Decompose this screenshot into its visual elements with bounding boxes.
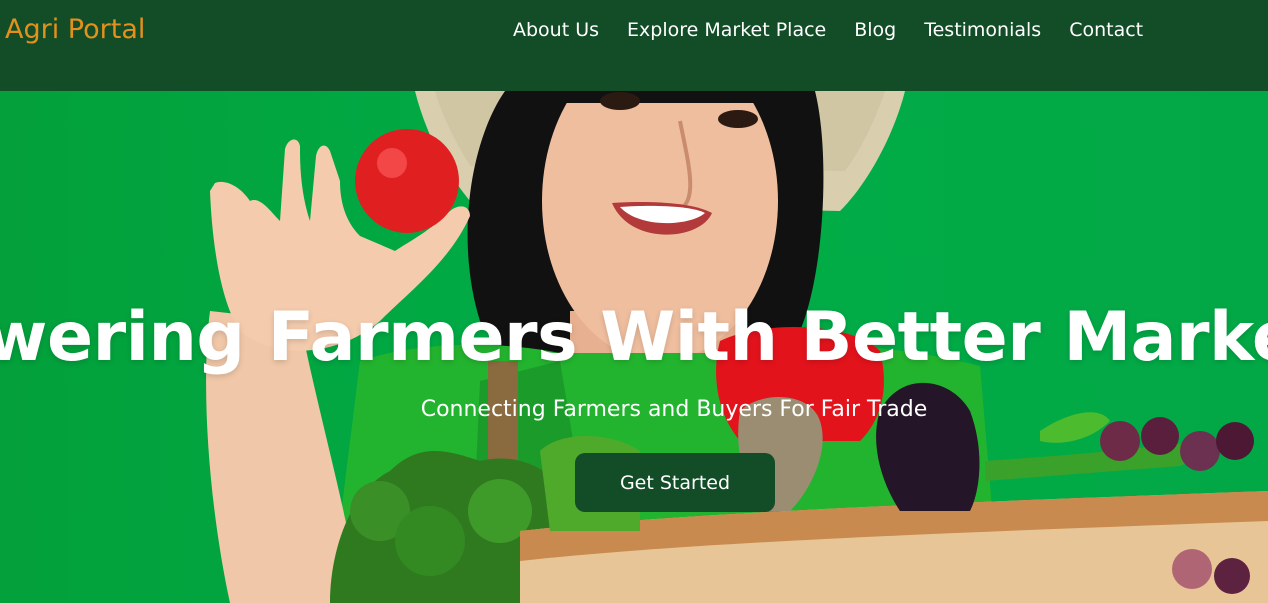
nav-link-blog[interactable]: Blog bbox=[841, 19, 911, 41]
hero-subheadline: Connecting Farmers and Buyers For Fair T… bbox=[420, 397, 928, 422]
hero-section: owering Farmers With Better Market Conne… bbox=[0, 91, 1268, 603]
nav-link-explore-market-place[interactable]: Explore Market Place bbox=[614, 19, 841, 41]
navbar: Agri Portal About Us Explore Market Plac… bbox=[0, 0, 1268, 91]
get-started-button[interactable]: Get Started bbox=[575, 453, 775, 512]
nav-link-contact[interactable]: Contact bbox=[1056, 19, 1158, 41]
nav-link-testimonials[interactable]: Testimonials bbox=[911, 19, 1056, 41]
nav-link-about-us[interactable]: About Us bbox=[500, 19, 614, 41]
brand-logo[interactable]: Agri Portal bbox=[5, 14, 145, 45]
hero-headline: owering Farmers With Better Market bbox=[0, 298, 1268, 377]
nav-links: About Us Explore Market Place Blog Testi… bbox=[500, 19, 1158, 41]
